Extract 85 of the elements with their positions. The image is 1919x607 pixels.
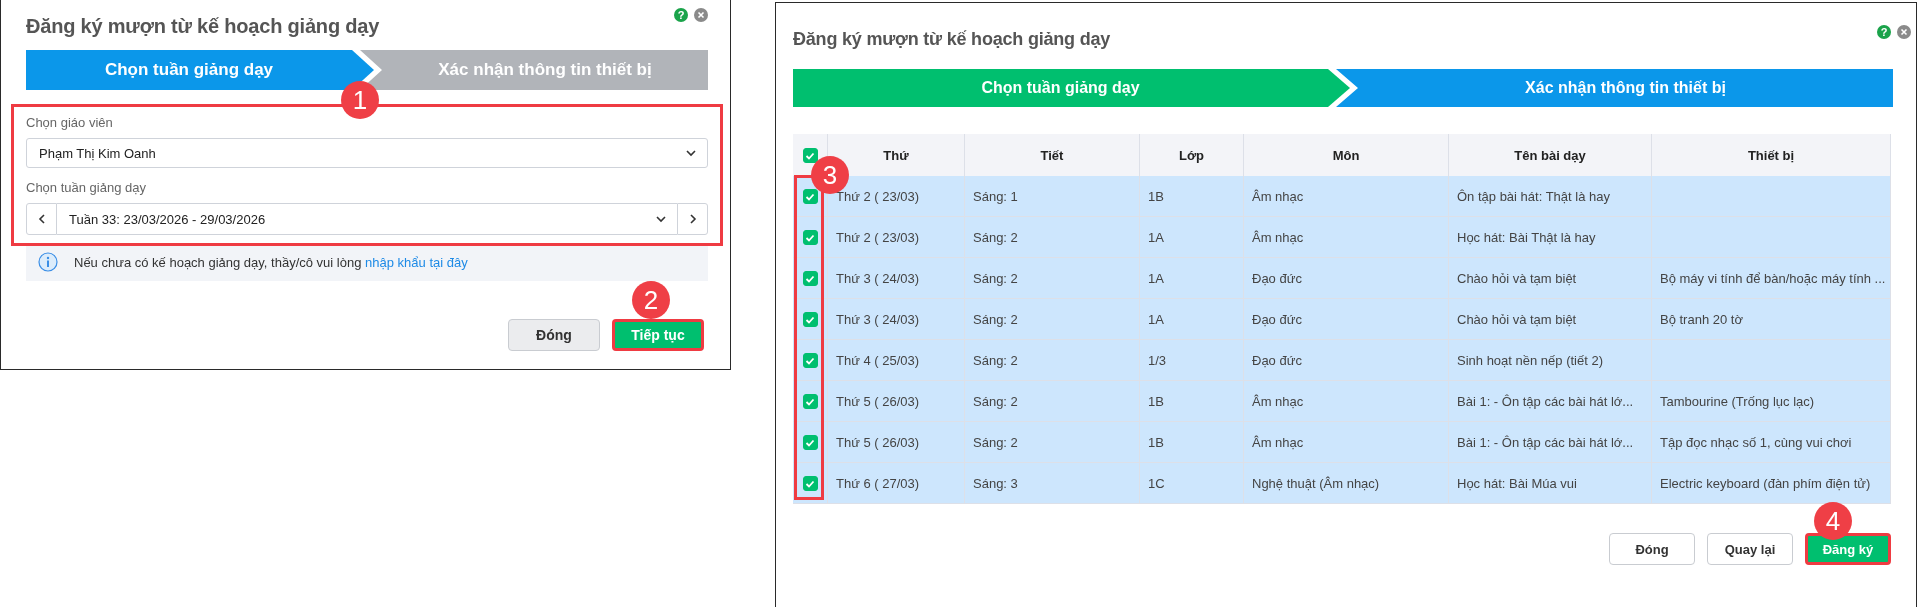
checkbox[interactable]: [802, 394, 818, 410]
checkbox[interactable]: [802, 230, 818, 246]
notice-text: Nếu chưa có kế hoạch giảng dạy, thầy/cô vui lòng nhập khẩu tại đây: [74, 254, 468, 270]
previous-button[interactable]: [26, 203, 57, 235]
table-cell: Chào hỏi và tạm biệt: [1457, 270, 1577, 286]
table-cell: 1C: [1148, 475, 1165, 491]
table-row[interactable]: Thứ 2 ( 23/03) Sáng: 2 1A Âm nhạc Học hát: Bài Thật là hay: [793, 216, 1891, 258]
table-cell: 1A: [1148, 311, 1164, 327]
table-cell: Âm nhạc: [1252, 188, 1304, 204]
table-cell: 1B: [1148, 393, 1164, 409]
table-cell: Sáng: 2: [973, 270, 1018, 286]
secondary-button[interactable]: Đóng: [508, 319, 600, 351]
table-cell: Sáng: 3: [973, 475, 1018, 491]
table-cell: Nghệ thuật (Âm nhạc): [1252, 475, 1380, 491]
chevron-down-icon: [685, 147, 697, 159]
column-header: Môn: [1243, 134, 1449, 176]
table-cell: Sáng: 1: [973, 188, 1018, 204]
table-cell: 1A: [1148, 229, 1164, 245]
chevron-down-icon: [655, 213, 667, 225]
secondary-button[interactable]: Quay lại: [1707, 533, 1793, 565]
table-cell: Bài 1: - Ôn tập các bài hát lớ...: [1457, 393, 1634, 409]
checkbox[interactable]: [802, 312, 818, 328]
callout-badge: 4: [1814, 502, 1852, 540]
table-row[interactable]: Thứ 5 ( 26/03) Sáng: 2 1B Âm nhạc Bài 1: - Ôn tập các bài hát lớ... Tập đọc nhạc số 1, cùng vui chơi: [793, 421, 1891, 463]
column-header: Tiết: [964, 134, 1140, 176]
column-header: Thiết bị: [1651, 134, 1891, 176]
table-cell: Thứ 4 ( 25/03): [836, 352, 920, 368]
checkbox[interactable]: [802, 353, 818, 369]
table-cell: Học hát: Bài Múa vui: [1457, 475, 1577, 491]
table-cell: Âm nhạc: [1252, 393, 1304, 409]
checkbox[interactable]: [802, 476, 818, 492]
info-icon: [38, 252, 58, 272]
table-cell: Đạo đức: [1252, 352, 1302, 368]
table-cell: Sáng: 2: [973, 393, 1018, 409]
callout-badge: 1: [341, 81, 379, 119]
table-cell: Sáng: 2: [973, 352, 1018, 368]
table-cell: Tambourine (Trống lục lạc): [1660, 393, 1815, 409]
table-cell: Đạo đức: [1252, 311, 1302, 327]
week-select[interactable]: Tuần 33: 23/03/2026 - 29/03/2026: [57, 203, 677, 235]
table-cell: Sáng: 2: [973, 311, 1018, 327]
table-cell: Ôn tập bài hát: Thật là hay: [1457, 188, 1610, 204]
table-cell: Thứ 3 ( 24/03): [836, 270, 920, 286]
table-cell: Thứ 3 ( 24/03): [836, 311, 920, 327]
table-cell: 1B: [1148, 188, 1164, 204]
table-cell: 1/3: [1148, 352, 1167, 368]
secondary-button[interactable]: Đóng: [1609, 533, 1695, 565]
table-cell: Âm nhạc: [1252, 229, 1304, 245]
table-cell: Sáng: 2: [973, 229, 1018, 245]
column-header: Tên bài dạy: [1448, 134, 1652, 176]
table-cell: Đạo đức: [1252, 270, 1302, 286]
field-label: Chọn tuần giảng dạy: [26, 180, 147, 195]
next-button[interactable]: [677, 203, 708, 235]
dialog-title: Đăng ký mượn từ kế hoạch giảng dạy: [793, 28, 1112, 50]
field-label: Chọn giáo viên: [26, 115, 114, 130]
table-cell: Sáng: 2: [973, 434, 1018, 450]
table-row[interactable]: Thứ 5 ( 26/03) Sáng: 2 1B Âm nhạc Bài 1: - Ôn tập các bài hát lớ... Tambourine (Trống lục lạc): [793, 380, 1891, 422]
table-cell: Bài 1: - Ôn tập các bài hát lớ...: [1457, 434, 1634, 450]
checkbox[interactable]: [802, 271, 818, 287]
table-cell: Thứ 5 ( 26/03): [836, 434, 920, 450]
close-icon: [1897, 25, 1911, 39]
table-cell: Thứ 5 ( 26/03): [836, 393, 920, 409]
table-cell: Âm nhạc: [1252, 434, 1304, 450]
table-cell: Chào hỏi và tạm biệt: [1457, 311, 1577, 327]
checkbox[interactable]: [802, 148, 818, 164]
table-row[interactable]: Thứ 3 ( 24/03) Sáng: 2 1A Đạo đức Chào hỏi và tạm biệt Bộ tranh 20 tờ: [793, 298, 1891, 340]
teacher-select[interactable]: Phạm Thị Kim Oanh: [26, 138, 708, 168]
table-row[interactable]: Thứ 4 ( 25/03) Sáng: 2 1/3 Đạo đức Sinh hoạt nền nếp (tiết 2): [793, 339, 1891, 381]
table-cell: Bộ tranh 20 tờ: [1660, 311, 1743, 327]
callout-badge: 2: [632, 281, 670, 319]
checkbox[interactable]: [802, 189, 818, 205]
checkbox[interactable]: [802, 435, 818, 451]
table-cell: Thứ 6 ( 27/03): [836, 475, 920, 491]
column-header: Lớp: [1139, 134, 1244, 176]
dialog-title: Đăng ký mượn từ kế hoạch giảng dạy: [26, 14, 381, 38]
table-cell: Thứ 2 ( 23/03): [836, 229, 920, 245]
table-cell: Tập đọc nhạc số 1, cùng vui chơi: [1660, 434, 1852, 450]
table-row[interactable]: Thứ 3 ( 24/03) Sáng: 2 1A Đạo đức Chào hỏi và tạm biệt Bộ máy vi tính để bàn/hoặc máy tính ...: [793, 257, 1891, 299]
table-cell: 1B: [1148, 434, 1164, 450]
table-cell: Electric keyboard (đàn phím điện tử): [1660, 475, 1871, 491]
table-row[interactable]: Thứ 6 ( 27/03) Sáng: 3 1C Nghệ thuật (Âm nhạc) Học hát: Bài Múa vui Electric keyboard (đàn phím điện tử): [793, 462, 1891, 504]
table-cell: 1A: [1148, 270, 1164, 286]
table-cell: Sinh hoạt nền nếp (tiết 2): [1457, 352, 1603, 368]
close-icon: [694, 8, 708, 22]
table-cell: Học hát: Bài Thật là hay: [1457, 229, 1596, 245]
table-cell: Bộ máy vi tính để bàn/hoặc máy tính ...: [1660, 270, 1886, 286]
